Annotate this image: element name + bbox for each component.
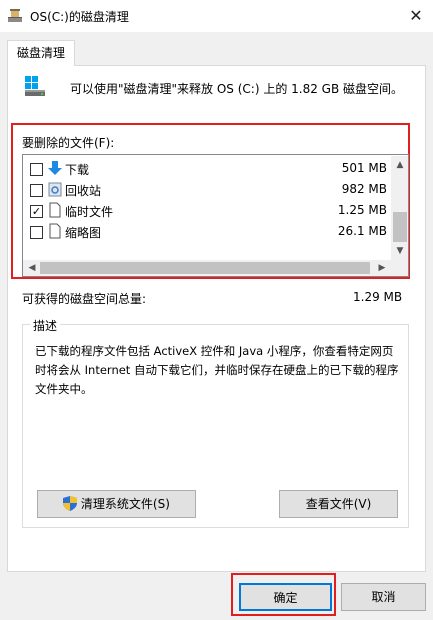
checkbox[interactable] (30, 184, 43, 197)
list-item-recycle-bin[interactable]: 回收站 982 MB (27, 179, 387, 200)
list-item-temp-files[interactable]: ✓ 临时文件 1.25 MB (27, 200, 387, 221)
checkbox-checked[interactable]: ✓ (30, 205, 43, 218)
item-size: 1.25 MB (337, 203, 387, 217)
item-size: 982 MB (341, 182, 387, 196)
download-arrow-icon (48, 161, 62, 175)
disk-cleanup-icon (8, 9, 22, 22)
tab-disk-cleanup[interactable]: 磁盘清理 (7, 40, 75, 66)
drive-icon (25, 76, 45, 96)
vertical-scroll-thumb[interactable] (393, 212, 407, 242)
scroll-corner (391, 260, 408, 276)
recycle-bin-icon (48, 182, 62, 197)
clean-system-files-label: 清理系统文件(S) (80, 497, 170, 511)
description-title: 描述 (30, 317, 61, 334)
view-files-button[interactable]: 查看文件(V) (279, 490, 398, 518)
cancel-button[interactable]: 取消 (341, 583, 426, 611)
item-name: 下载 (65, 163, 90, 177)
files-label: 要删除的文件(F): (22, 136, 115, 150)
clean-system-files-button[interactable]: 清理系统文件(S) (37, 490, 196, 518)
scroll-down-icon[interactable]: ▼ (392, 243, 408, 259)
file-icon (49, 202, 61, 218)
list-item-thumbnails[interactable]: 缩略图 26.1 MB (27, 221, 387, 242)
item-name: 缩略图 (65, 226, 102, 240)
item-name: 临时文件 (65, 205, 114, 219)
horizontal-scroll-thumb[interactable] (40, 262, 370, 274)
close-button[interactable]: ✕ (399, 0, 433, 32)
item-name: 回收站 (65, 184, 102, 198)
checkbox[interactable] (30, 163, 43, 176)
file-icon (49, 223, 61, 239)
ok-button[interactable]: 确定 (239, 583, 332, 611)
scroll-up-icon[interactable]: ▲ (392, 157, 408, 173)
checkbox[interactable] (30, 226, 43, 239)
list-item-downloads[interactable]: 下载 501 MB (27, 158, 387, 179)
item-size: 501 MB (341, 161, 387, 175)
shield-icon (63, 496, 78, 511)
space-label: 可获得的磁盘空间总量: (22, 292, 147, 306)
scroll-right-icon[interactable]: ▶ (374, 260, 390, 276)
summary-text: 可以使用"磁盘清理"来释放 OS (C:) 上的 1.82 GB 磁盘空间。 (70, 82, 404, 96)
window-title: OS(C:)的磁盘清理 (30, 10, 129, 24)
item-size: 26.1 MB (337, 224, 387, 238)
description-text: 已下载的程序文件包括 ActiveX 控件和 Java 小程序，你查看特定网页时… (35, 344, 399, 396)
scroll-left-icon[interactable]: ◀ (24, 260, 40, 276)
space-value: 1.29 MB (353, 290, 403, 304)
